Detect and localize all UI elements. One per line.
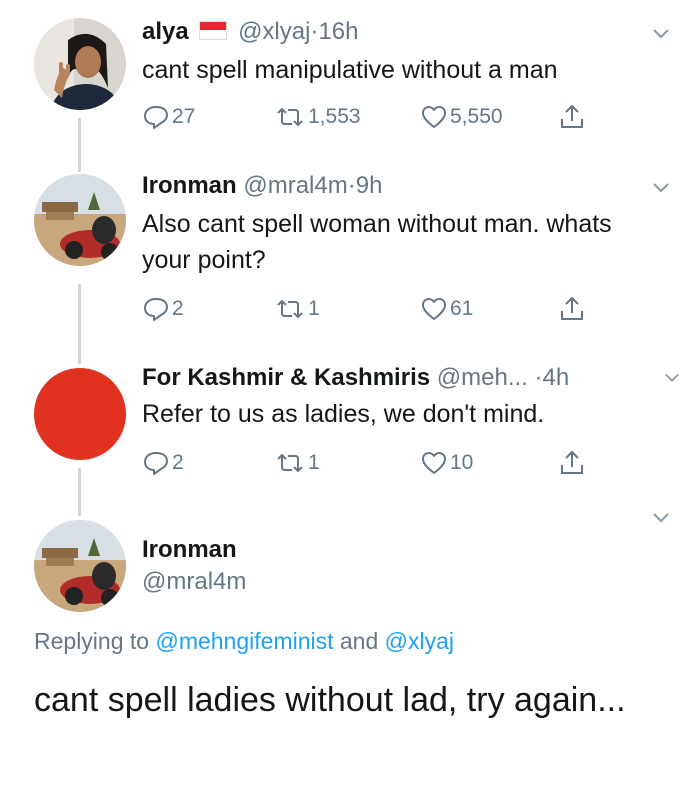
retweet-icon [277,454,303,472]
tweet-text: Also cant spell woman without man. whats… [142,210,612,274]
display-name[interactable]: Ironman [142,172,237,199]
tweet-header: Ironman @mral4m·9h [142,172,382,200]
like-icon [422,452,446,474]
display-name[interactable]: alya [142,18,189,45]
like-button[interactable]: 61 [420,294,473,324]
like-icon [422,106,446,128]
share-button[interactable] [558,448,588,478]
reply-icon [144,298,168,321]
share-icon [561,105,583,128]
replying-prefix: Replying to [34,628,150,654]
tweet-actions: 2 1 61 [142,294,602,324]
retweet-icon [277,300,303,318]
reply-button[interactable]: 27 [142,102,195,132]
retweet-button[interactable]: 1 [274,448,320,478]
like-count: 5,550 [450,105,503,128]
display-name[interactable]: For Kashmir & Kashmiris [142,364,430,391]
like-button[interactable]: 5,550 [420,102,503,132]
like-icon [422,298,446,320]
chevron-down-icon[interactable] [664,372,680,384]
tweet-text: cant spell manipulative without a man [142,56,558,84]
reply-count: 2 [172,297,184,320]
retweet-button[interactable]: 1 [274,294,320,324]
tweet-2[interactable]: Ironman @mral4m·9h Also cant spell woman… [0,160,700,350]
retweet-count: 1 [308,297,320,320]
chevron-down-icon[interactable] [652,28,670,40]
timestamp[interactable]: 4h [543,364,570,391]
retweet-count: 1,553 [308,105,361,128]
mention-link[interactable]: @mehngifeminist [155,628,333,654]
separator: · [347,172,356,199]
like-button[interactable]: 10 [420,448,473,478]
reply-icon [144,106,168,129]
timestamp[interactable]: 9h [356,172,383,199]
user-handle[interactable]: @xlyaj [238,18,310,45]
chevron-down-icon[interactable] [652,512,670,524]
user-handle[interactable]: @meh... [437,364,528,391]
main-display-name[interactable]: Ironman [142,536,237,564]
like-count: 10 [450,451,474,474]
reply-icon [144,452,168,475]
mention-link[interactable]: @xlyaj [385,628,454,654]
tweet-1[interactable]: alya @xlyaj·16h cant spell manipulative … [0,0,700,150]
tweet-actions: 2 1 10 [142,448,602,478]
user-handle[interactable]: @mral4m [243,172,347,199]
reply-count: 2 [172,451,184,474]
retweet-icon [277,108,303,126]
tweet-header: For Kashmir & Kashmiris @meh... ·4h [142,364,569,392]
avatar[interactable] [34,174,126,266]
main-tweet-text: cant spell ladies without lad, try again… [34,681,626,719]
reply-button[interactable]: 2 [142,448,184,478]
share-button[interactable] [558,102,588,132]
tweet-3[interactable]: For Kashmir & Kashmiris @meh... ·4h Refe… [0,350,700,500]
share-button[interactable] [558,294,588,324]
main-user-handle[interactable]: @mral4m [142,568,246,596]
tweet-actions: 27 1,553 5,550 [142,102,602,132]
retweet-count: 1 [308,451,320,474]
indonesia-flag-icon [199,21,228,41]
like-count: 61 [450,297,474,320]
chevron-down-icon[interactable] [652,182,670,194]
tweet-header: alya @xlyaj·16h [142,18,358,46]
avatar[interactable] [34,520,126,612]
timestamp[interactable]: 16h [318,18,358,45]
replying-to: Replying to @mehngifeminist and @xlyaj [34,628,454,655]
reply-button[interactable]: 2 [142,294,184,324]
avatar[interactable] [34,18,126,110]
and-word: and [339,628,379,654]
share-icon [561,297,583,320]
reply-count: 27 [172,105,196,128]
share-icon [561,451,583,474]
avatar[interactable] [34,368,126,460]
separator: · [534,364,543,391]
retweet-button[interactable]: 1,553 [274,102,361,132]
tweet-text: Refer to us as ladies, we don't mind. [142,400,545,428]
